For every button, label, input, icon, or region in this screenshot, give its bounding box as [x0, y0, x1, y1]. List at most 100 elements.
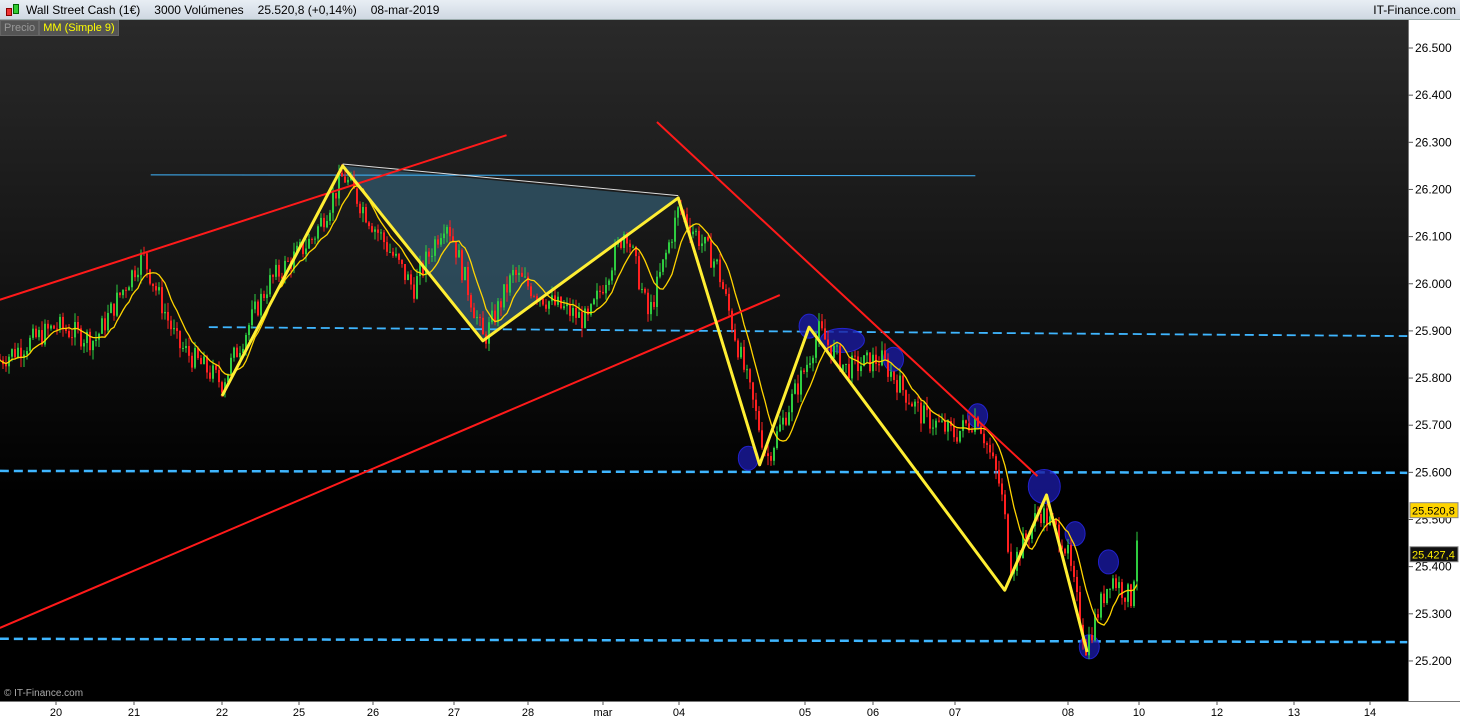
candle	[428, 251, 430, 257]
candle	[611, 270, 613, 281]
candle	[155, 286, 157, 291]
candle	[65, 328, 67, 331]
candle	[473, 307, 475, 319]
candle	[809, 363, 811, 365]
candle	[905, 390, 907, 403]
candle	[371, 226, 373, 232]
candle	[1046, 508, 1048, 526]
candle	[17, 347, 19, 358]
candle	[989, 444, 991, 453]
candle	[212, 365, 214, 379]
x-tick-label: 06	[867, 707, 879, 719]
tab-moving-average[interactable]: MM (Simple 9)	[39, 20, 119, 36]
candle	[449, 227, 451, 237]
candle	[650, 301, 652, 315]
candle	[878, 363, 880, 366]
candle	[542, 298, 544, 305]
x-tick-label: 22	[216, 707, 228, 719]
candle	[56, 328, 58, 330]
candle	[410, 274, 412, 285]
x-tick-label: 14	[1364, 707, 1376, 719]
candle	[455, 241, 457, 258]
candle	[275, 264, 277, 277]
candle	[341, 172, 343, 177]
candle	[164, 311, 166, 314]
candle	[647, 292, 649, 315]
candle	[203, 356, 205, 365]
candle	[287, 260, 289, 262]
candle	[440, 238, 442, 245]
candle	[413, 284, 415, 299]
candle	[1100, 593, 1102, 618]
tab-price[interactable]: Precio	[0, 20, 40, 36]
candle	[524, 276, 526, 278]
candle	[191, 355, 193, 368]
candle	[794, 383, 796, 394]
candle	[272, 275, 274, 277]
candle	[770, 455, 772, 461]
x-tick-label: mar	[594, 707, 613, 719]
candle	[752, 382, 754, 400]
pivot-marker	[883, 346, 904, 372]
candle	[407, 274, 409, 280]
candle	[716, 259, 718, 262]
candle	[761, 430, 763, 448]
candle	[935, 420, 937, 428]
candle	[119, 292, 121, 296]
candle	[632, 246, 634, 248]
candle	[512, 269, 514, 276]
candle	[773, 447, 775, 461]
candle	[767, 453, 769, 456]
candle	[518, 272, 520, 276]
candle	[20, 347, 22, 358]
candle	[824, 328, 826, 340]
candle	[137, 274, 139, 278]
y-tick-label: 25.300	[1415, 607, 1452, 621]
candle	[755, 399, 757, 412]
candle	[890, 371, 892, 377]
candle	[443, 233, 445, 239]
candle	[92, 340, 94, 351]
candle	[1118, 582, 1120, 589]
candle	[1103, 593, 1105, 604]
candle	[659, 271, 661, 277]
candle	[152, 283, 154, 287]
candle	[383, 232, 385, 243]
candle	[233, 347, 235, 358]
support-line	[0, 637, 1408, 644]
y-tick-label: 26.500	[1415, 41, 1452, 55]
x-tick-label: 21	[128, 707, 140, 719]
candle	[110, 303, 112, 313]
candle	[641, 288, 643, 290]
candle	[527, 276, 529, 287]
candle	[149, 269, 151, 284]
candle	[59, 316, 61, 329]
candle	[497, 301, 499, 323]
candle	[347, 179, 349, 183]
x-tick-label: 26	[367, 707, 379, 719]
candle	[563, 306, 565, 309]
candle	[572, 307, 574, 316]
candle	[68, 330, 70, 338]
candle	[158, 287, 160, 291]
candle	[1064, 548, 1066, 554]
candle	[170, 320, 172, 330]
candle	[899, 375, 901, 393]
candle	[1109, 588, 1111, 590]
x-tick-label: 10	[1133, 707, 1145, 719]
candle	[1136, 540, 1138, 582]
candle	[89, 331, 91, 351]
candle	[665, 252, 667, 260]
candle	[1130, 584, 1132, 607]
candle	[929, 410, 931, 429]
candle	[698, 230, 700, 246]
candle	[896, 380, 898, 393]
candle	[575, 307, 577, 318]
plot-group	[0, 121, 1408, 660]
candle	[404, 263, 406, 280]
candle	[437, 239, 439, 245]
candle	[914, 401, 916, 407]
candle	[95, 339, 97, 341]
candle	[488, 322, 490, 344]
x-tick-label: 08	[1062, 707, 1074, 719]
